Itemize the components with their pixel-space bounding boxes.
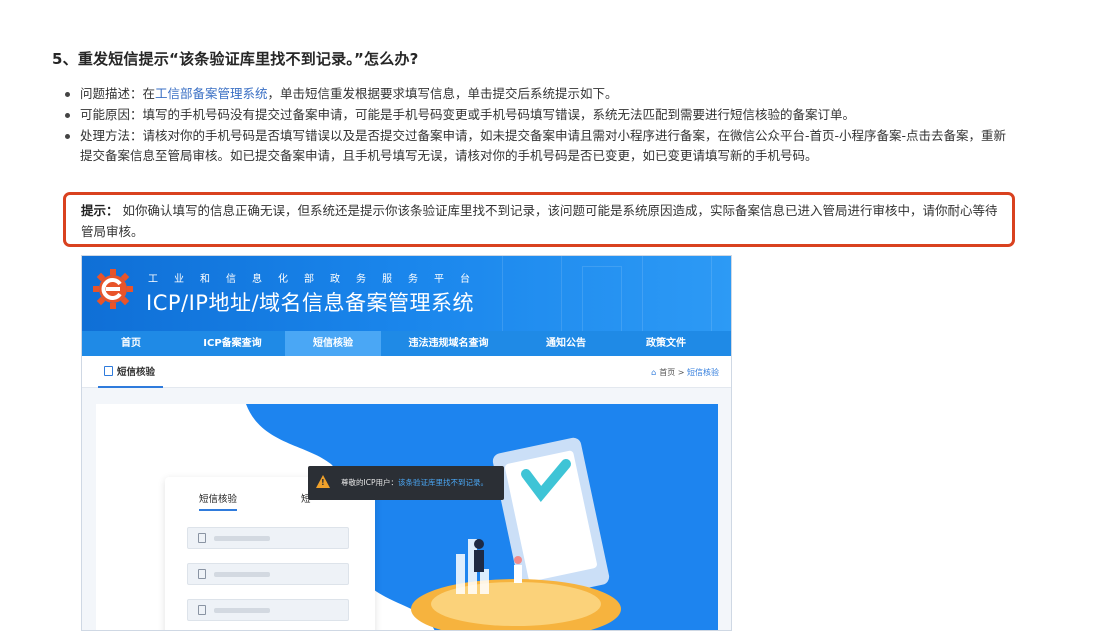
blurred-value <box>214 572 270 577</box>
phone-input[interactable] <box>187 527 349 549</box>
tab-sms-verify[interactable]: 短信核验 <box>98 363 164 388</box>
banner-decoration <box>642 256 712 331</box>
form-tab-sms-verify[interactable]: 短信核验 <box>199 491 238 511</box>
banner-decoration <box>502 256 562 331</box>
site-banner: 工业和信息化部政务服务平台 ICP/IP地址/域名信息备案管理系统 <box>82 256 731 331</box>
nav-item-illegal-domain[interactable]: 违法违规域名查询 <box>381 331 516 356</box>
warning-icon: ! <box>316 475 330 488</box>
tab-label: 短信核验 <box>117 367 156 378</box>
banner-subtitle: 工业和信息化部政务服务平台 <box>148 274 486 285</box>
code-input[interactable] <box>187 563 349 585</box>
tip-label: 提示： <box>81 203 119 218</box>
id-input[interactable] <box>187 599 349 621</box>
section-heading: 5、重发短信提示“该条验证库里找不到记录。”怎么办? <box>52 50 419 68</box>
breadcrumb: ⌂ 首页 > 短信核验 <box>651 367 719 378</box>
bullet-prefix: 问题描述：在 <box>80 86 156 101</box>
top-nav: 首页 ICP备案查询 短信核验 违法违规域名查询 通知公告 政策文件 <box>82 331 731 356</box>
icp-system-link[interactable]: 工信部备案管理系统 <box>155 86 268 101</box>
list-item: 可能原因：填写的手机号码没有提交过备案申请，可能是手机号码变更或手机号码填写错误… <box>62 105 1012 125</box>
toast-highlight: 该条验证库里找不到记录。 <box>397 478 488 487</box>
page-tab-bar: 短信核验 ⌂ 首页 > 短信核验 <box>82 356 731 388</box>
bullet-suffix: ，单击短信重发根据要求填写信息，单击提交后系统提示如下。 <box>267 86 618 101</box>
breadcrumb-separator: > <box>677 368 685 377</box>
nav-item-home[interactable]: 首页 <box>82 331 180 356</box>
blurred-value <box>214 536 270 541</box>
embedded-screenshot: 工业和信息化部政务服务平台 ICP/IP地址/域名信息备案管理系统 首页 ICP… <box>81 255 732 631</box>
toast-message: 尊敬的ICP用户：该条验证库里找不到记录。 <box>341 477 488 488</box>
id-card-icon <box>198 605 206 615</box>
list-item: 问题描述：在工信部备案管理系统，单击短信重发根据要求填写信息，单击提交后系统提示… <box>62 84 1012 104</box>
banner-decoration <box>582 266 622 331</box>
nav-item-notices[interactable]: 通知公告 <box>516 331 616 356</box>
blurred-value <box>214 608 270 613</box>
sms-verify-form: 短信核验 短 <box>165 477 375 630</box>
home-icon: ⌂ <box>651 368 657 377</box>
nav-item-sms-verify[interactable]: 短信核验 <box>285 331 381 356</box>
miit-logo-icon <box>93 269 133 309</box>
error-toast: ! 尊敬的ICP用户：该条验证库里找不到记录。 <box>308 466 504 500</box>
list-item: 处理方法：请核对你的手机号码是否填写错误以及是否提交过备案申请，如未提交备案申请… <box>62 126 1012 166</box>
tip-text: 如你确认填写的信息正确无误，但系统还是提示你该条验证库里找不到记录，该问题可能是… <box>81 203 998 239</box>
banner-title: ICP/IP地址/域名信息备案管理系统 <box>146 291 475 315</box>
phone-icon <box>198 533 206 543</box>
mobile-icon <box>198 569 206 579</box>
nav-item-policy[interactable]: 政策文件 <box>616 331 716 356</box>
document-icon <box>104 366 113 376</box>
tip-box: 提示： 如你确认填写的信息正确无误，但系统还是提示你该条验证库里找不到记录，该问… <box>63 192 1015 247</box>
breadcrumb-current: 短信核验 <box>687 368 719 377</box>
nav-item-icp-query[interactable]: ICP备案查询 <box>180 331 285 356</box>
breadcrumb-home[interactable]: 首页 <box>659 368 675 377</box>
toast-prefix: 尊敬的ICP用户： <box>341 478 398 487</box>
bullet-list: 问题描述：在工信部备案管理系统，单击短信重发根据要求填写信息，单击提交后系统提示… <box>62 84 1012 167</box>
